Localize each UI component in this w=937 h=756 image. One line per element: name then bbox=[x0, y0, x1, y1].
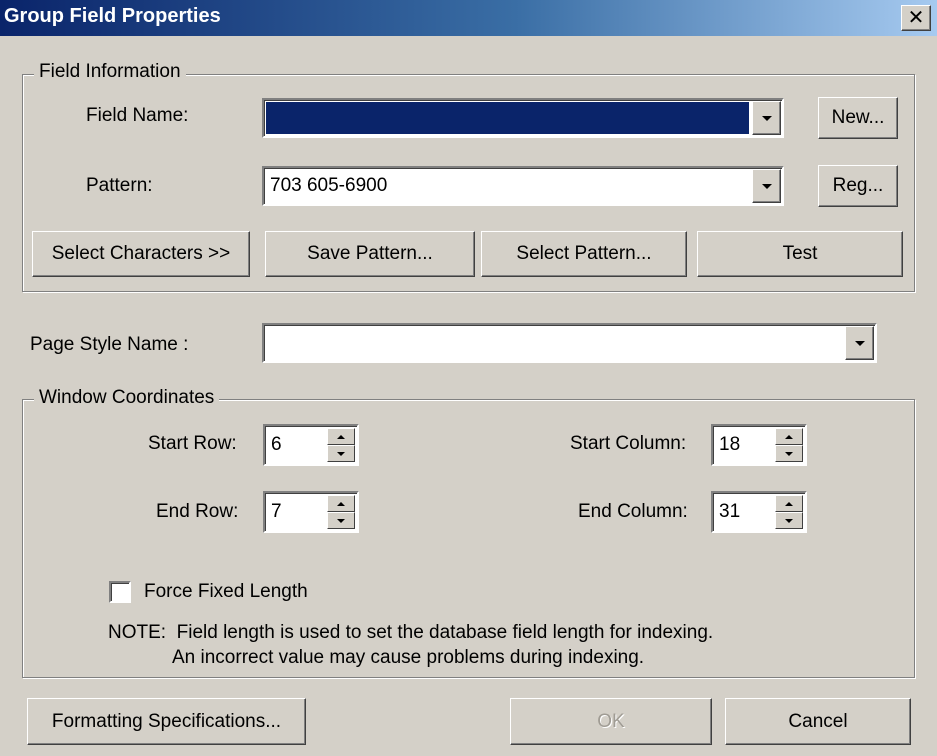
field-name-dropdown-button[interactable] bbox=[752, 101, 781, 135]
formatting-specifications-button[interactable]: Formatting Specifications... bbox=[27, 698, 306, 745]
start-row-spin-buttons bbox=[327, 428, 355, 462]
page-style-dropdown-button[interactable] bbox=[845, 326, 874, 360]
field-name-selection bbox=[266, 102, 749, 134]
end-column-decrement[interactable] bbox=[775, 512, 803, 529]
arrow-up-icon bbox=[337, 501, 345, 506]
field-name-combobox[interactable] bbox=[262, 98, 784, 138]
arrow-down-icon bbox=[785, 451, 793, 456]
start-column-decrement[interactable] bbox=[775, 445, 803, 462]
window-title: Group Field Properties bbox=[4, 5, 221, 27]
start-row-value[interactable]: 6 bbox=[271, 434, 282, 456]
end-row-spin-buttons bbox=[327, 495, 355, 529]
start-column-value[interactable]: 18 bbox=[719, 434, 740, 456]
page-style-name-combobox[interactable] bbox=[262, 323, 877, 363]
save-pattern-button[interactable]: Save Pattern... bbox=[265, 231, 475, 277]
start-row-decrement[interactable] bbox=[327, 445, 355, 462]
end-column-value[interactable]: 31 bbox=[719, 501, 740, 523]
field-information-legend: Field Information bbox=[34, 61, 186, 83]
arrow-up-icon bbox=[337, 434, 345, 439]
start-row-increment[interactable] bbox=[327, 428, 355, 445]
test-button[interactable]: Test bbox=[697, 231, 903, 277]
chevron-down-icon bbox=[761, 183, 772, 189]
end-row-spinner[interactable]: 7 bbox=[263, 491, 359, 533]
ok-button[interactable]: OK bbox=[510, 698, 712, 745]
start-column-spinner[interactable]: 18 bbox=[711, 424, 807, 466]
arrow-down-icon bbox=[337, 518, 345, 523]
pattern-label: Pattern: bbox=[86, 175, 153, 196]
pattern-dropdown-button[interactable] bbox=[752, 169, 781, 203]
start-row-label: Start Row: bbox=[148, 433, 237, 454]
pattern-combobox[interactable]: 703 605-6900 bbox=[262, 166, 784, 206]
close-icon: ✕ bbox=[907, 7, 925, 29]
note-line-1: NOTE: Field length is used to set the da… bbox=[108, 622, 714, 643]
arrow-up-icon bbox=[785, 434, 793, 439]
start-column-increment[interactable] bbox=[775, 428, 803, 445]
end-row-increment[interactable] bbox=[327, 495, 355, 512]
start-column-spin-buttons bbox=[775, 428, 803, 462]
arrow-up-icon bbox=[785, 501, 793, 506]
page-style-name-label: Page Style Name : bbox=[30, 334, 189, 355]
force-fixed-length-checkbox[interactable] bbox=[109, 581, 131, 603]
reg-button[interactable]: Reg... bbox=[818, 165, 898, 207]
new-button[interactable]: New... bbox=[818, 97, 898, 139]
select-pattern-button[interactable]: Select Pattern... bbox=[481, 231, 687, 277]
field-name-label: Field Name: bbox=[86, 105, 189, 126]
chevron-down-icon bbox=[854, 340, 865, 346]
force-fixed-length-label[interactable]: Force Fixed Length bbox=[144, 581, 308, 603]
cancel-button[interactable]: Cancel bbox=[725, 698, 911, 745]
end-row-value[interactable]: 7 bbox=[271, 501, 282, 523]
end-column-spinner[interactable]: 31 bbox=[711, 491, 807, 533]
end-column-label: End Column: bbox=[578, 501, 688, 522]
end-row-label: End Row: bbox=[156, 501, 239, 522]
select-characters-button[interactable]: Select Characters >> bbox=[32, 231, 250, 277]
note-line-2: An incorrect value may cause problems du… bbox=[172, 647, 645, 668]
start-row-spinner[interactable]: 6 bbox=[263, 424, 359, 466]
start-column-label: Start Column: bbox=[570, 433, 687, 454]
arrow-down-icon bbox=[785, 518, 793, 523]
pattern-value: 703 605-6900 bbox=[270, 175, 388, 196]
end-column-increment[interactable] bbox=[775, 495, 803, 512]
end-row-decrement[interactable] bbox=[327, 512, 355, 529]
chevron-down-icon bbox=[761, 115, 772, 121]
window-coordinates-legend: Window Coordinates bbox=[34, 387, 220, 409]
arrow-down-icon bbox=[337, 451, 345, 456]
end-column-spin-buttons bbox=[775, 495, 803, 529]
close-button[interactable]: ✕ bbox=[901, 5, 931, 31]
